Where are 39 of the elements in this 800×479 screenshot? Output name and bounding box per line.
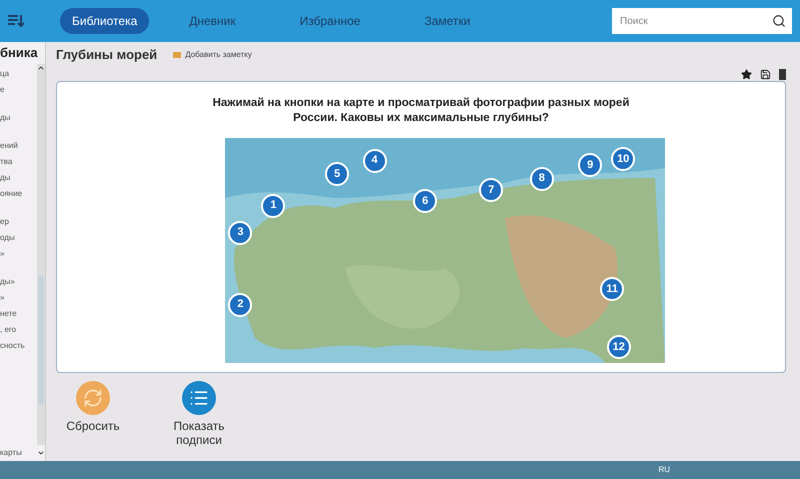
sidebar-item[interactable]: ды — [0, 112, 37, 124]
sidebar-title: бника — [0, 44, 39, 62]
menu-icon[interactable] — [8, 14, 24, 28]
scroll-down-icon[interactable] — [37, 449, 45, 457]
reset-button[interactable]: Сбросить — [60, 381, 126, 447]
nav-tab[interactable]: Дневник — [165, 8, 260, 34]
page-title: Глубины морей — [56, 46, 158, 64]
note-icon — [173, 52, 182, 58]
sidebar-item[interactable]: тва — [0, 156, 37, 168]
sidebar-item[interactable]: ца — [0, 68, 37, 80]
sidebar-item[interactable]: ер — [0, 216, 37, 228]
sidebar-item[interactable]: ды» — [0, 276, 37, 288]
add-note-button[interactable]: Добавить заметку — [173, 49, 252, 61]
scroll-up-icon[interactable] — [37, 64, 45, 72]
sidebar-item[interactable]: сность — [0, 340, 37, 352]
sidebar-item[interactable]: ояние — [0, 188, 37, 200]
language-indicator[interactable]: RU — [658, 464, 670, 476]
sidebar-item[interactable]: ений — [0, 140, 37, 152]
star-icon[interactable] — [741, 68, 752, 80]
nav-tab[interactable]: Заметки — [400, 8, 494, 34]
sidebar-footer: карты — [0, 447, 37, 459]
panel-icon[interactable] — [779, 68, 786, 80]
sidebar-item[interactable]: оды — [0, 232, 37, 244]
nav-tab[interactable]: Избранное — [276, 8, 384, 34]
show-labels-button[interactable]: Показать подписи — [166, 381, 232, 447]
search-field[interactable]: Поиск — [612, 8, 792, 34]
list-icon — [182, 381, 216, 415]
sidebar-item[interactable]: » — [0, 248, 37, 260]
sidebar-item[interactable]: е — [0, 84, 37, 96]
refresh-icon — [76, 381, 110, 415]
sidebar-item[interactable]: ды — [0, 172, 37, 184]
save-icon[interactable] — [760, 68, 771, 80]
search-icon[interactable] — [772, 14, 786, 28]
sidebar-item[interactable]: нете — [0, 308, 37, 320]
scrollbar[interactable] — [37, 64, 45, 445]
sidebar-item[interactable]: » — [0, 292, 37, 304]
nav-tab[interactable]: Библиотека — [60, 8, 150, 34]
sidebar-item[interactable]: , его — [0, 324, 37, 336]
task-prompt: Нажимай на кнопки на карте и просматривай фотографии разных морей России. Каковы их максимальные глубины? — [212, 96, 630, 126]
